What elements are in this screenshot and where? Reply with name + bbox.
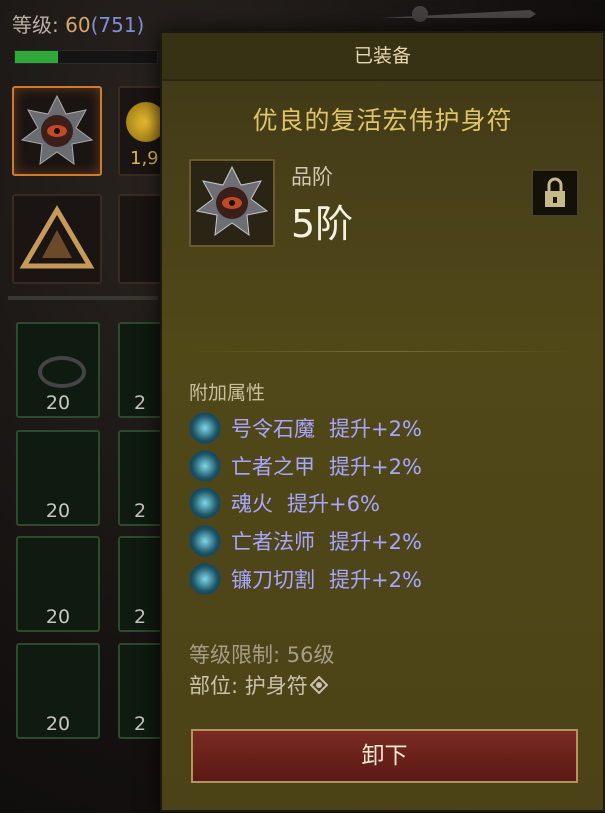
unequip-button[interactable]: 卸下	[191, 729, 578, 783]
gem-count: 20	[45, 392, 71, 414]
triangle-charm-icon	[19, 205, 95, 269]
slot-charm-2[interactable]	[118, 194, 164, 284]
amulet-eye-icon	[195, 165, 269, 237]
grade-label: 品阶	[291, 165, 333, 189]
item-tooltip: 已装备 优良的复活宏伟护身符 品阶 5阶 附加属性 号令石魔 提升+2% 亡者之…	[160, 31, 605, 812]
slot-triangle-charm[interactable]	[12, 194, 102, 284]
gem-count: 20	[45, 606, 71, 628]
skill-mage-icon	[189, 525, 221, 557]
section-divider	[189, 351, 574, 352]
attribute-name: 魂火	[231, 492, 273, 516]
attribute-bonus: 提升+6%	[287, 492, 380, 516]
level-requirement: 等级限制: 56级	[189, 643, 335, 667]
attribute-bonus: 提升+2%	[329, 455, 422, 479]
skill-scythe-icon	[189, 563, 221, 595]
slot-coin[interactable]: 1,9	[118, 86, 166, 176]
gem-count: 20	[45, 713, 71, 735]
slot-gem-2b[interactable]: 2	[118, 430, 162, 526]
grade-value: 5阶	[291, 202, 354, 246]
weapon-decor-icon	[380, 6, 536, 22]
skill-golem-icon	[189, 412, 221, 444]
coin-count: 1,9	[130, 148, 159, 169]
attributes-title: 附加属性	[189, 382, 266, 404]
tooltip-header: 已装备	[162, 33, 603, 81]
slot-gem-1[interactable]: 20	[16, 322, 100, 418]
exp-value: (751)	[90, 13, 145, 37]
slot-gem-4[interactable]: 20	[16, 643, 100, 739]
attribute-name: 镰刀切割	[231, 568, 315, 592]
slot-gem-3[interactable]: 20	[16, 536, 100, 632]
slot-gem-3b[interactable]: 2	[118, 536, 162, 632]
exp-bar-fill	[15, 51, 58, 63]
item-name: 优良的复活宏伟护身符	[252, 106, 513, 135]
gem-count: 2	[133, 392, 147, 414]
gem-count: 2	[133, 500, 147, 522]
attribute-bonus: 提升+2%	[329, 530, 422, 554]
gem-count: 2	[133, 606, 147, 628]
gem-count: 20	[45, 500, 71, 522]
slot-gem-1b[interactable]: 2	[118, 322, 162, 418]
attribute-name: 亡者之甲	[231, 455, 315, 479]
exp-bar	[14, 50, 158, 64]
amulet-type-icon	[309, 676, 328, 694]
slot-gem-4b[interactable]: 2	[118, 643, 162, 739]
ring-icon	[38, 356, 86, 388]
slot-gem-2[interactable]: 20	[16, 430, 100, 526]
slot-part-text: 部位: 护身符	[189, 674, 308, 698]
attribute-bonus: 提升+2%	[329, 417, 422, 441]
lock-icon	[545, 177, 565, 207]
attribute-name: 亡者法师	[231, 530, 315, 554]
attribute-row: 号令石魔 提升+2%	[189, 411, 422, 445]
gem-count: 2	[133, 713, 147, 735]
attribute-name: 号令石魔	[231, 417, 315, 441]
inventory-divider	[8, 296, 158, 300]
level-value: 60	[65, 13, 91, 37]
attribute-row: 魂火 提升+6%	[189, 486, 380, 520]
skill-soulfire-icon	[189, 487, 221, 519]
attribute-row: 镰刀切割 提升+2%	[189, 562, 422, 596]
attribute-bonus: 提升+2%	[329, 568, 422, 592]
item-icon-frame	[189, 159, 275, 247]
attribute-row: 亡者法师 提升+2%	[189, 524, 422, 558]
skill-bone-armor-icon	[189, 450, 221, 482]
level-display: 等级: 60(751)	[12, 9, 144, 38]
lock-button[interactable]	[531, 169, 579, 217]
slot-part: 部位: 护身符	[189, 670, 328, 700]
amulet-eye-icon	[20, 94, 94, 166]
level-label: 等级:	[12, 13, 59, 37]
attribute-row: 亡者之甲 提升+2%	[189, 449, 422, 483]
slot-amulet[interactable]	[12, 86, 102, 176]
